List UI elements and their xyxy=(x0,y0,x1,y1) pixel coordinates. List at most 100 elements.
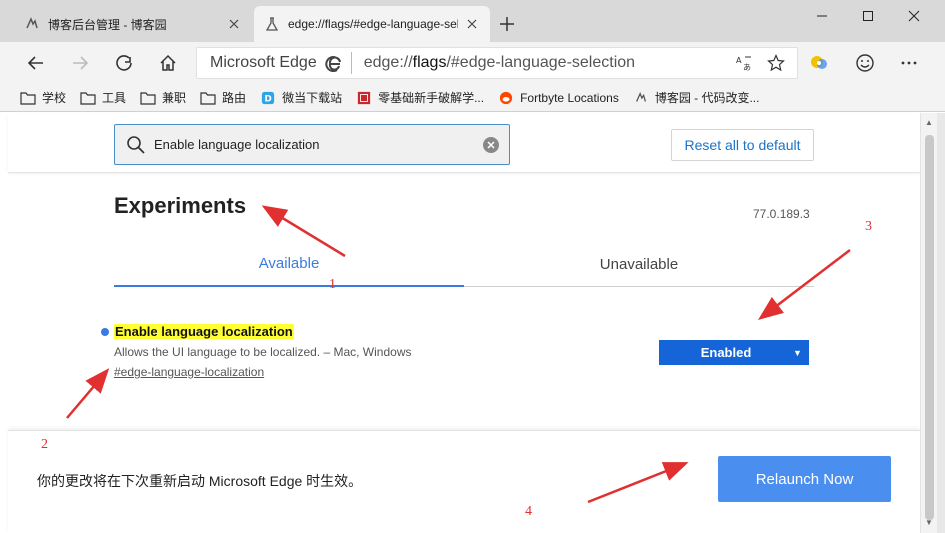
folder-icon xyxy=(80,91,96,105)
forward-arrow-icon xyxy=(73,56,89,70)
search-header: Reset all to default xyxy=(8,113,920,173)
bookmark-label: 博客园 - 代码改变... xyxy=(654,91,760,105)
url-host: flags xyxy=(412,54,447,71)
tab-edge-flags[interactable]: edge://flags/#edge-language-selection xyxy=(254,6,490,42)
site-d-icon: D xyxy=(261,91,275,104)
close-icon xyxy=(908,10,920,22)
address-bar[interactable]: Microsoft Edge edge://flags/#edge-langua… xyxy=(196,47,798,79)
url-text[interactable]: edge://flags/#edge-language-selection xyxy=(364,54,733,72)
star-icon xyxy=(767,54,785,72)
page-title: Experiments xyxy=(114,193,247,218)
home-icon xyxy=(160,54,176,71)
refresh-icon xyxy=(116,55,132,71)
maximize-button[interactable] xyxy=(845,0,891,32)
window-frame xyxy=(937,113,945,533)
caret-down-icon: ▼ xyxy=(793,347,802,358)
bookmark-label: 路由 xyxy=(222,91,247,105)
scroll-down-icon[interactable]: ▼ xyxy=(925,518,933,527)
omnibox-separator xyxy=(350,52,352,74)
flag-status-dot xyxy=(101,328,109,336)
bookmark-label: 微当下载站 xyxy=(282,91,343,105)
annotation-number: 3 xyxy=(865,219,872,234)
extension-button[interactable] xyxy=(806,50,832,76)
url-path: /#edge-language-selection xyxy=(446,54,636,71)
folder-icon xyxy=(200,91,216,105)
bookmark-label: 工具 xyxy=(102,91,127,105)
bookmark-folder[interactable]: 兼职 xyxy=(140,89,186,106)
tab-title: 博客后台管理 - 博客园 xyxy=(48,17,167,32)
browser-toolbar: Microsoft Edge edge://flags/#edge-langua… xyxy=(0,42,945,84)
search-icon xyxy=(127,135,145,154)
omnibox-brand: Microsoft Edge xyxy=(210,54,317,71)
settings-menu-button[interactable] xyxy=(896,50,922,76)
refresh-button[interactable] xyxy=(111,50,137,76)
forward-button[interactable] xyxy=(67,50,93,76)
flag-description: Allows the UI language to be localized. … xyxy=(114,345,412,359)
read-aloud-icon: Aあ xyxy=(736,56,751,72)
flags-page: Reset all to default Experiments 77.0.18… xyxy=(8,113,920,533)
bookmark-label: Fortbyte Locations xyxy=(520,90,619,105)
svg-text:D: D xyxy=(265,94,272,104)
bookmark-link[interactable]: 博客园 - 代码改变... xyxy=(633,89,760,106)
reddit-icon xyxy=(499,91,513,104)
flag-state-value: Enabled xyxy=(700,345,752,360)
search-input[interactable] xyxy=(154,137,482,152)
relaunch-now-button[interactable]: Relaunch Now xyxy=(718,456,891,502)
extension-badge-icon xyxy=(811,56,827,69)
tab-strip: 博客后台管理 - 博客园 edge://flags/#edge-language… xyxy=(0,0,945,42)
bookmark-link[interactable]: 零基础新手破解学... xyxy=(356,89,484,106)
cnblogs-icon xyxy=(635,91,646,102)
tab-unavailable[interactable]: Unavailable xyxy=(464,249,814,287)
bookmark-folder[interactable]: 工具 xyxy=(80,89,126,106)
smiley-icon xyxy=(856,54,874,72)
flask-icon xyxy=(265,17,279,31)
page-scrollbar[interactable]: ▲ ▼ xyxy=(920,113,937,533)
svg-text:A: A xyxy=(736,56,742,65)
edge-logo-icon xyxy=(325,56,341,72)
back-button[interactable] xyxy=(23,50,49,76)
bookmark-label: 学校 xyxy=(42,91,67,105)
close-icon[interactable] xyxy=(464,16,480,32)
version-label: 77.0.189.3 xyxy=(753,207,810,221)
search-box[interactable] xyxy=(114,124,510,165)
bookmark-link[interactable]: D 微当下载站 xyxy=(260,89,342,106)
favorite-button[interactable] xyxy=(765,52,787,74)
maximize-icon xyxy=(863,11,873,21)
bookmark-folder[interactable]: 路由 xyxy=(200,89,246,106)
annotation-number: 1 xyxy=(329,277,336,292)
flag-state-select[interactable]: Enabled ▼ xyxy=(659,340,809,365)
svg-text:あ: あ xyxy=(743,63,751,72)
scroll-thumb[interactable] xyxy=(925,135,934,520)
flag-name: Enable language localization xyxy=(114,324,294,339)
back-arrow-icon xyxy=(27,56,43,70)
scroll-up-icon[interactable]: ▲ xyxy=(925,118,933,127)
bookmark-label: 兼职 xyxy=(162,91,187,105)
minimize-button[interactable] xyxy=(799,0,845,32)
tab-cnblogs-admin[interactable]: 博客后台管理 - 博客园 xyxy=(14,6,252,42)
bookmark-link[interactable]: Fortbyte Locations xyxy=(498,91,619,105)
cnblogs-icon xyxy=(26,17,38,29)
flag-permalink[interactable]: #edge-language-localization xyxy=(114,365,264,379)
more-icon xyxy=(901,61,917,65)
close-icon[interactable] xyxy=(226,16,242,32)
relaunch-bar: 你的更改将在下次重新启动 Microsoft Edge 时生效。 Relaunc… xyxy=(8,430,920,533)
annotation-number: 2 xyxy=(41,437,48,452)
bookmark-folder[interactable]: 学校 xyxy=(20,89,66,106)
tab-title: edge://flags/#edge-language-selection xyxy=(288,17,458,31)
folder-icon xyxy=(20,91,36,105)
site-red-icon xyxy=(357,91,371,104)
url-prefix: edge:// xyxy=(363,54,413,71)
feedback-button[interactable] xyxy=(852,50,878,76)
reset-all-button[interactable]: Reset all to default xyxy=(671,129,814,161)
annotation-number: 4 xyxy=(525,504,532,519)
clear-search-icon[interactable] xyxy=(482,136,500,154)
relaunch-message: 你的更改将在下次重新启动 Microsoft Edge 时生效。 xyxy=(37,473,363,489)
read-aloud-button[interactable]: Aあ xyxy=(733,52,755,74)
bookmarks-bar: 学校 工具 兼职 路由 D 微当下载站 零基础新手破解学... Fortbyte… xyxy=(0,84,945,112)
new-tab-icon[interactable] xyxy=(496,13,518,35)
bookmark-label: 零基础新手破解学... xyxy=(378,91,485,105)
tab-available[interactable]: Available xyxy=(114,249,464,287)
close-window-button[interactable] xyxy=(891,0,937,32)
home-button[interactable] xyxy=(155,50,181,76)
folder-icon xyxy=(140,91,156,105)
